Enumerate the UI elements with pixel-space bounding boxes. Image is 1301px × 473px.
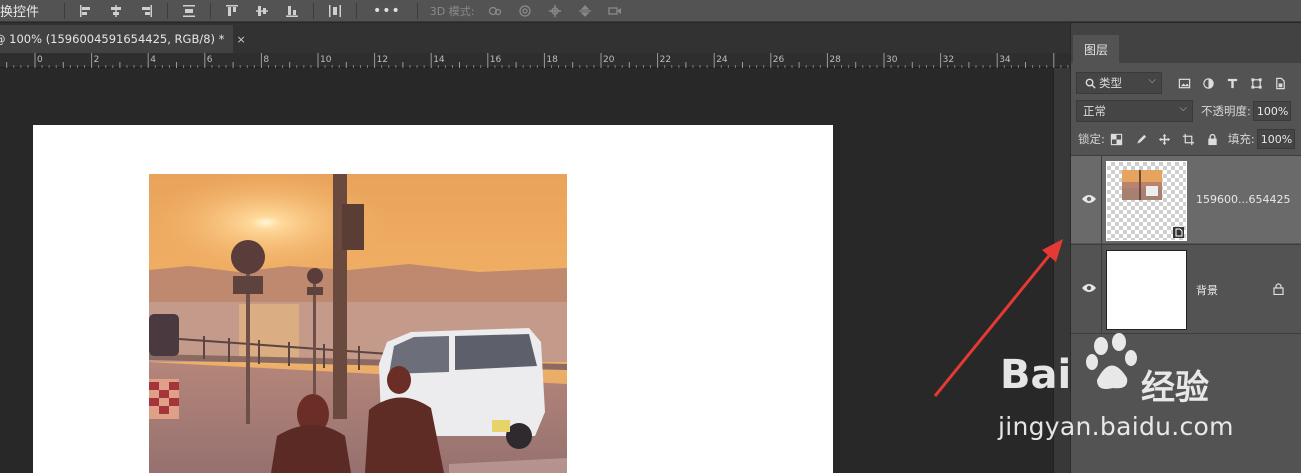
watermark-url: jingyan.baidu.com (998, 412, 1234, 441)
blend-mode-select[interactable]: 正常 ⌵ (1076, 100, 1193, 122)
align-top-icon[interactable] (225, 4, 239, 18)
watermark-brand: Bai (1000, 352, 1072, 398)
3d-camera-icon (608, 4, 622, 18)
type-filter-icon[interactable] (1225, 76, 1239, 90)
3d-roll-icon (518, 4, 532, 18)
ruler-label: 28 (829, 55, 841, 65)
filter-kind-label: 类型 (1099, 76, 1122, 90)
3d-mode-label: 3D 模式: (429, 4, 475, 18)
close-icon[interactable]: × (236, 33, 245, 46)
watermark-cn: 经验 (1141, 368, 1209, 408)
transform-controls-label[interactable]: 换控件 (0, 1, 58, 20)
sunset-street-photo (149, 174, 567, 473)
document-tab-bar: @ 100% (1596004591654425, RGB/8) * × (0, 23, 1070, 53)
lock-icon (1273, 283, 1284, 295)
layer-row-photo[interactable]: 159600...654425 (1071, 155, 1301, 244)
ruler-label: 30 (886, 55, 898, 65)
align-bottom-icon[interactable] (285, 4, 299, 18)
layer-row-background[interactable]: 背景 (1071, 244, 1301, 333)
eye-icon[interactable] (1081, 193, 1097, 205)
search-icon (1083, 76, 1097, 90)
document-tab[interactable]: @ 100% (1596004591654425, RGB/8) * × (0, 25, 246, 53)
ruler-label: 22 (660, 55, 671, 65)
smart-object-filter-icon[interactable] (1273, 76, 1287, 90)
distribute-vertical-icon[interactable] (328, 4, 342, 18)
ruler-label: 14 (433, 55, 445, 65)
divider (1101, 156, 1102, 244)
paw-logo-icon (1086, 333, 1137, 389)
lock-row: 锁定: 填充: 100% (1071, 127, 1301, 151)
opacity-label: 不透明度: (1201, 104, 1251, 118)
layer-thumbnail (1106, 250, 1187, 330)
adjustment-filter-icon[interactable] (1201, 76, 1215, 90)
separator (167, 2, 168, 19)
ruler-ticks: 0 2 4 6 8 10 12 14 16 18 20 22 24 26 28 30 32 34 (6, 53, 1069, 68)
document-tab-title: @ 100% (1596004591654425, RGB/8) * (0, 32, 225, 46)
tab-layers[interactable]: 图层 (1073, 35, 1119, 63)
lock-artboard-icon[interactable] (1182, 132, 1196, 146)
fill-input[interactable]: 100% (1256, 129, 1295, 149)
lock-all-icon[interactable] (1206, 132, 1220, 146)
ruler-label: 26 (773, 55, 785, 65)
3d-pan-icon (548, 4, 562, 18)
options-bar: 换控件 ••• 3D 模式: (0, 0, 1301, 22)
eye-icon[interactable] (1081, 282, 1097, 294)
ruler-label: 12 (377, 55, 388, 65)
baidu-jingyan-watermark: Bai 经验 jingyan.baidu.com (995, 330, 1235, 450)
lock-image-pixels-icon[interactable] (1134, 132, 1148, 146)
canvas-area[interactable] (0, 68, 1053, 473)
separator (64, 2, 65, 19)
separator (313, 2, 314, 19)
ruler-label: 8 (263, 55, 269, 65)
separator (210, 2, 211, 19)
align-vertical-center-icon[interactable] (255, 4, 269, 18)
ruler-label: 10 (320, 55, 332, 65)
document-canvas[interactable] (33, 125, 833, 473)
ruler-label: 16 (490, 55, 502, 65)
blend-mode-row: 正常 ⌵ 不透明度: 100% (1071, 99, 1301, 123)
layer-name[interactable]: 背景 (1196, 282, 1218, 298)
chevron-down-icon: ⌵ (1148, 75, 1156, 86)
divider (1101, 245, 1102, 333)
separator (356, 2, 357, 19)
photo-layer-image[interactable] (149, 174, 567, 473)
image-filter-icon[interactable] (1177, 76, 1191, 90)
align-horizontal-center-icon[interactable] (109, 4, 123, 18)
chevron-down-icon: ⌵ (1179, 103, 1187, 114)
ruler-label: 4 (150, 55, 156, 65)
separator (416, 2, 418, 19)
3d-slide-icon (578, 4, 592, 18)
smart-object-badge-icon (1173, 227, 1184, 238)
ruler-label: 0 (37, 55, 43, 65)
3d-orbit-icon (488, 4, 502, 18)
shape-filter-icon[interactable] (1249, 76, 1263, 90)
ruler-label: 2 (94, 55, 100, 65)
ruler-label: 20 (603, 55, 615, 65)
distribute-icon[interactable] (182, 4, 196, 18)
lock-position-icon[interactable] (1158, 132, 1172, 146)
more-options-icon[interactable]: ••• (373, 3, 401, 19)
layer-thumbnail (1106, 161, 1187, 241)
opacity-input[interactable]: 100% (1252, 101, 1291, 121)
ruler-label: 24 (716, 55, 728, 65)
filter-kind-select[interactable]: 类型 ⌵ (1076, 72, 1162, 94)
ruler-label: 32 (943, 55, 954, 65)
align-right-icon[interactable] (139, 4, 153, 18)
horizontal-ruler[interactable]: 0 2 4 6 8 10 12 14 16 18 20 22 24 26 28 30 32 34 (0, 53, 1070, 68)
ruler-label: 18 (546, 55, 558, 65)
ruler-label: 6 (207, 55, 213, 65)
lock-transparent-pixels-icon[interactable] (1110, 132, 1124, 146)
layer-name[interactable]: 159600...654425 (1196, 193, 1290, 206)
lock-label: 锁定: (1078, 132, 1105, 146)
photo-thumbnail-image (1122, 170, 1162, 200)
fill-label: 填充: (1227, 132, 1255, 146)
panel-tab-bar: 图层 (1071, 23, 1301, 63)
layer-filter-row: 类型 ⌵ (1071, 71, 1301, 95)
ruler-label: 34 (999, 55, 1011, 65)
blend-mode-value: 正常 (1083, 104, 1106, 118)
align-left-icon[interactable] (79, 4, 93, 18)
